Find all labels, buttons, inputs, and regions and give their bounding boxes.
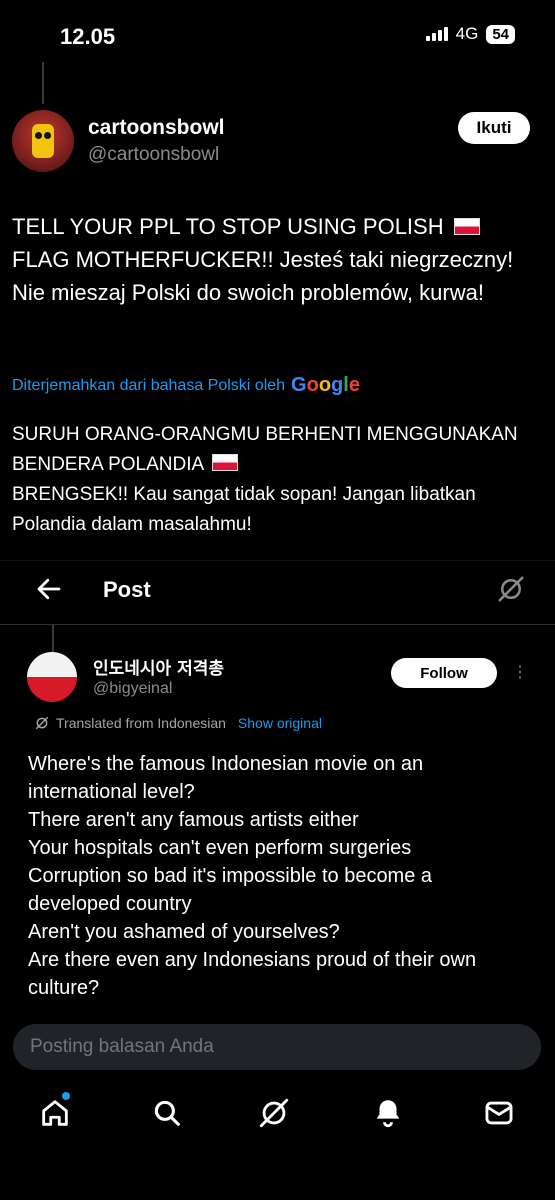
avatar-eye <box>35 132 42 139</box>
status-icons: 4G 54 <box>425 24 515 44</box>
tweet-text: TELL YOUR PPL TO STOP USING POLISH FLAG … <box>12 210 532 309</box>
translated-text: SURUH ORANG-ORANGMU BERHENTI MENGGUNAKAN… <box>12 420 537 540</box>
tweet-text: Where's the famous Indonesian movie on a… <box>28 750 533 1002</box>
translation-info: Translated from Indonesian Show original <box>34 715 322 731</box>
divider <box>0 624 555 625</box>
author-handle[interactable]: @cartoonsbowl <box>88 144 219 166</box>
reply-placeholder: Posting balasan Anda <box>30 1036 214 1057</box>
author-handle[interactable]: @bigyeinal <box>93 680 172 698</box>
status-time: 12.05 <box>60 24 116 49</box>
battery-level: 54 <box>486 24 515 44</box>
translation-attribution[interactable]: Diterjemahkan dari bahasa Polski oleh Go… <box>12 374 360 397</box>
poland-flag-icon <box>453 218 480 235</box>
translated-label: Translated from Indonesian <box>56 715 226 731</box>
notifications-icon[interactable] <box>371 1096 405 1130</box>
avatar-eye <box>44 132 51 139</box>
tweet-line: Are there even any Indonesians proud of … <box>28 949 477 971</box>
network-label: 4G <box>455 24 479 43</box>
google-logo: Google <box>291 374 360 396</box>
more-options-icon[interactable]: ⋮ <box>512 662 528 682</box>
grok-icon[interactable] <box>496 574 526 604</box>
tweet-line: Your hospitals can't even perform surger… <box>28 837 412 859</box>
home-icon[interactable] <box>38 1096 72 1130</box>
thread-line <box>52 625 54 653</box>
show-original-link[interactable]: Show original <box>238 715 322 731</box>
translated-by-label: Diterjemahkan dari bahasa Polski oleh <box>12 376 286 394</box>
tweet-text-part: FLAG MOTHERFUCKER!! Jesteś taki niegrzec… <box>12 247 514 305</box>
thread-line <box>42 62 44 104</box>
grok-icon[interactable] <box>257 1096 291 1130</box>
tweet-line: developed country <box>28 893 192 915</box>
home-notification-dot <box>62 1092 70 1100</box>
content-cutoff <box>0 995 555 1020</box>
tweet-line: Aren't you ashamed of yourselves? <box>28 921 340 943</box>
tweet-text-part: TELL YOUR PPL TO STOP USING POLISH <box>12 214 444 239</box>
search-icon[interactable] <box>150 1096 184 1130</box>
follow-button[interactable]: Ikuti <box>458 112 530 144</box>
messages-icon[interactable] <box>482 1096 516 1130</box>
poland-flag-icon <box>212 454 239 471</box>
author-name[interactable]: cartoonsbowl <box>88 116 225 140</box>
tweet-line: Where's the famous Indonesian movie on a… <box>28 753 424 775</box>
avatar-figure <box>32 124 54 158</box>
signal-icon <box>425 27 448 41</box>
tweet-line: There aren't any famous artists either <box>28 809 359 831</box>
avatar[interactable] <box>27 652 77 702</box>
follow-button[interactable]: Follow <box>391 658 497 688</box>
tweet-line: Corruption so bad it's impossible to bec… <box>28 865 433 887</box>
translated-text-part: BRENGSEK!! Kau sangat tidak sopan! Janga… <box>12 484 476 535</box>
translated-text-part: SURUH ORANG-ORANGMU BERHENTI MENGGUNAKAN… <box>12 424 518 475</box>
avatar[interactable] <box>12 110 74 172</box>
back-arrow-icon[interactable] <box>34 574 64 604</box>
divider <box>0 560 555 561</box>
page-title: Post <box>103 577 151 602</box>
translate-icon <box>35 716 49 730</box>
author-name[interactable]: 인도네시아 저격총 <box>93 654 224 679</box>
tweet-line: international level? <box>28 781 195 803</box>
